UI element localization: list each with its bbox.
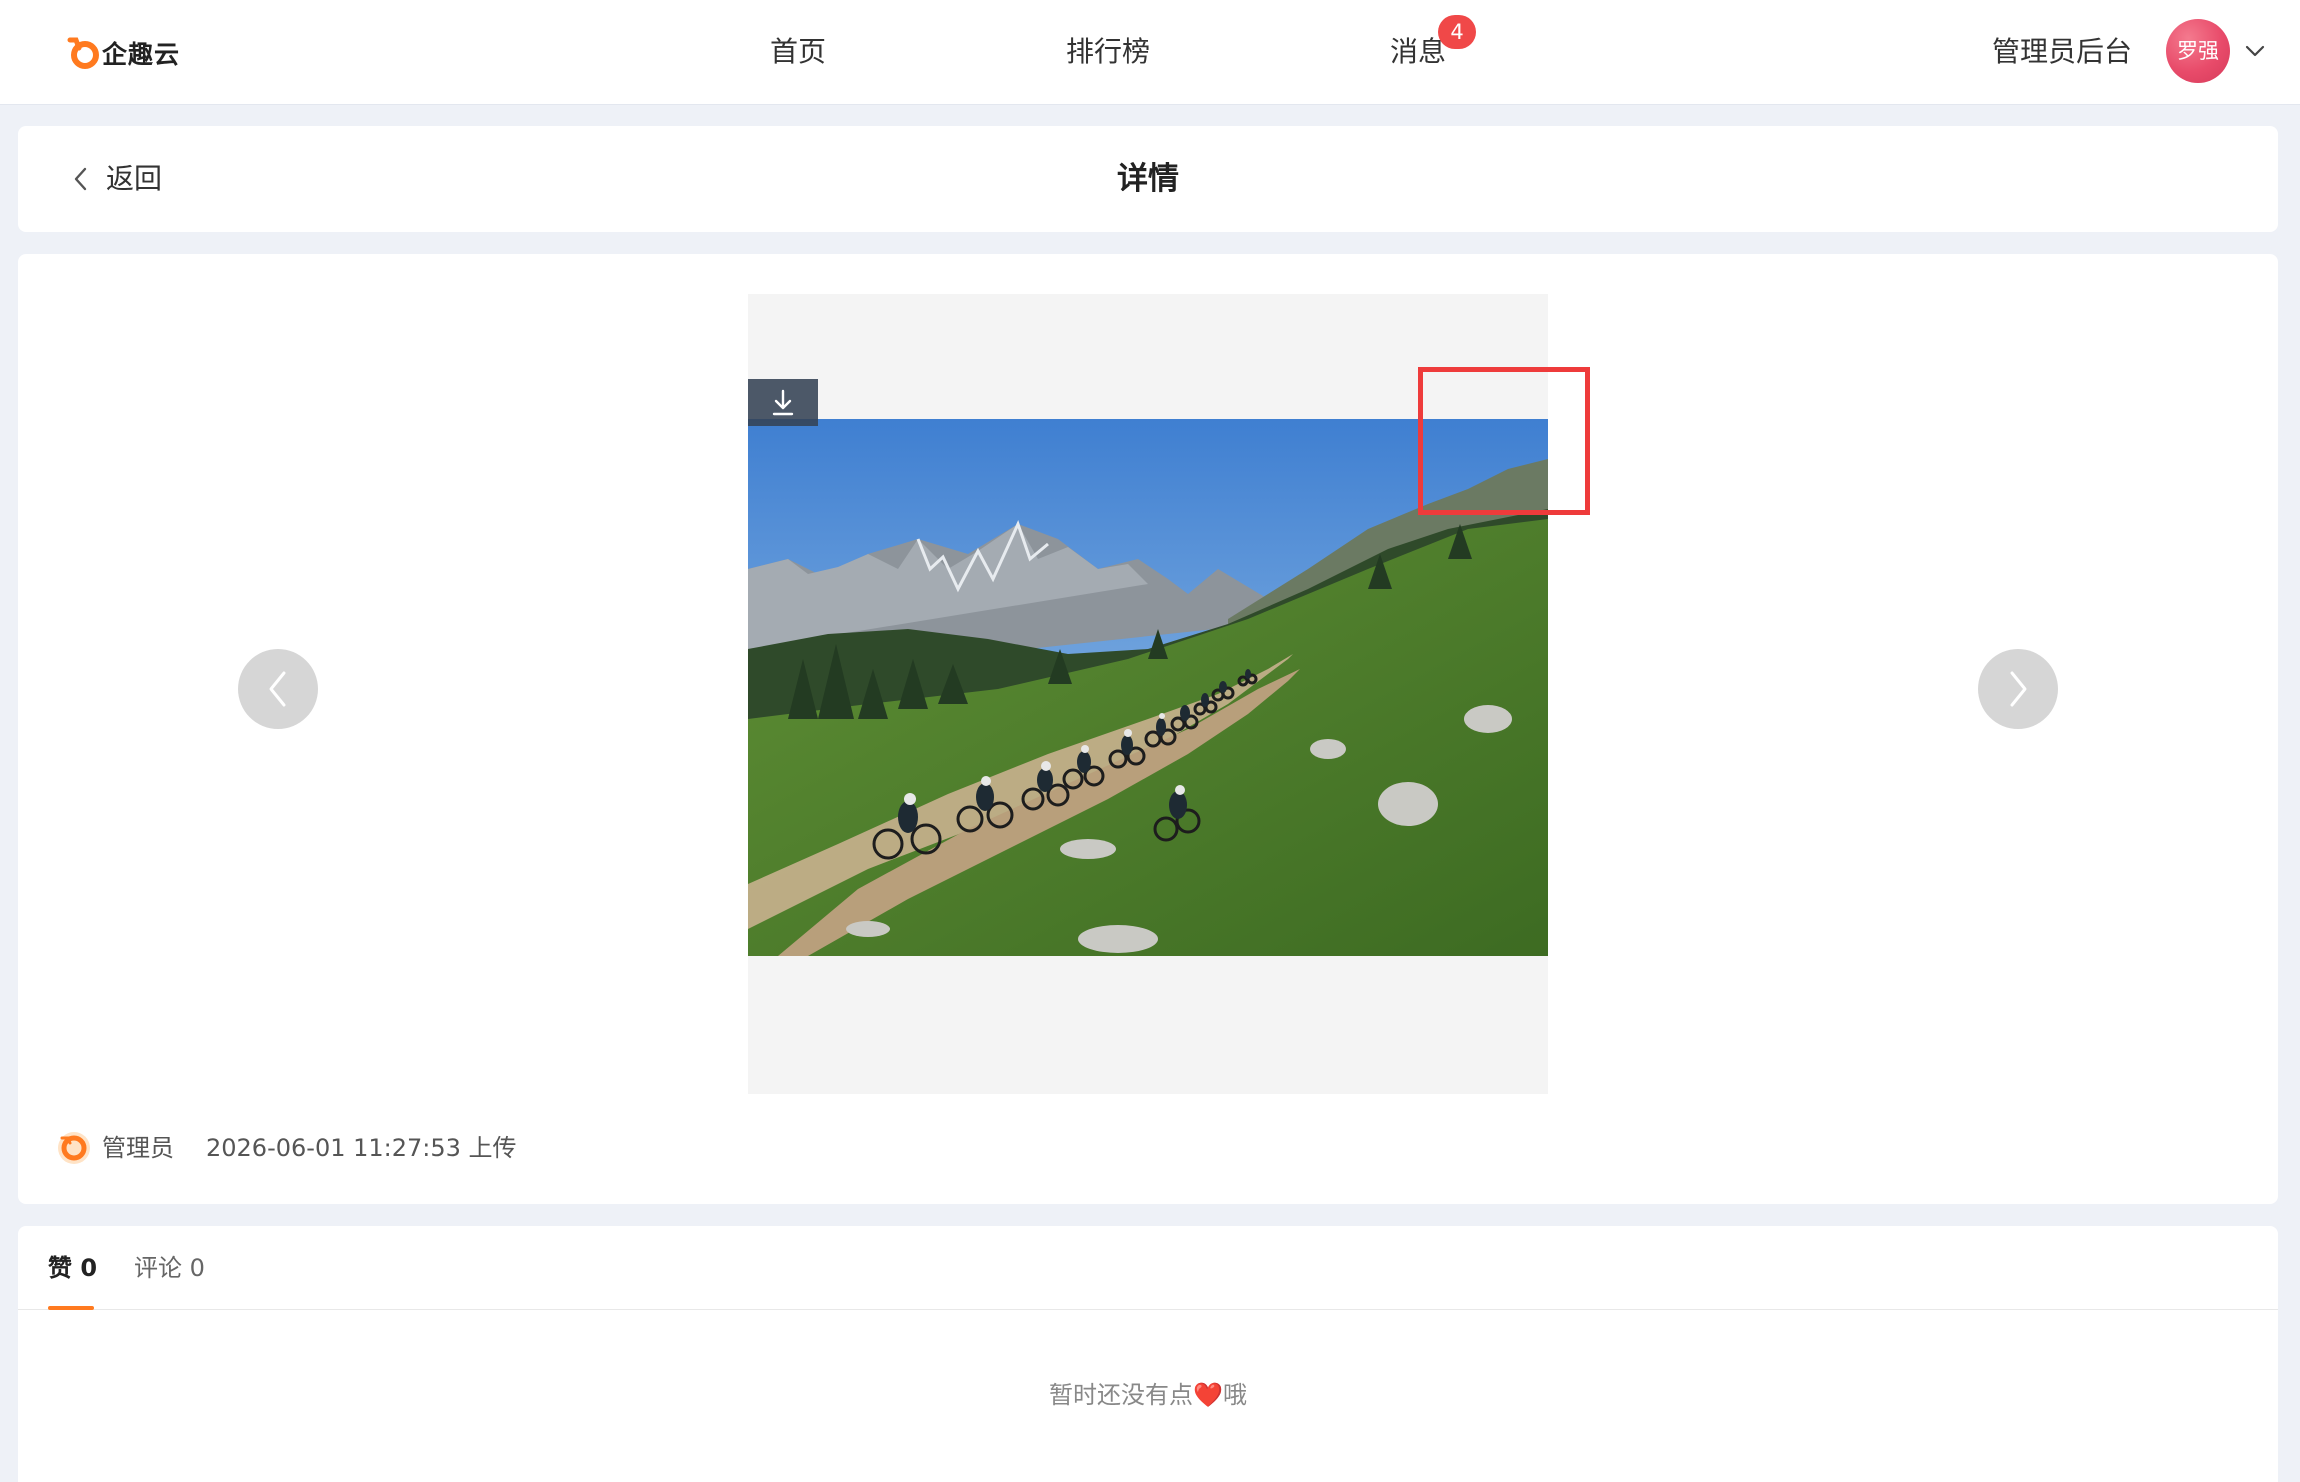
- tabs-bar: 赞 0 评论 0: [18, 1226, 2278, 1310]
- chevron-down-icon[interactable]: [2244, 40, 2266, 62]
- empty-hint-text-before: 暂时还没有点: [1049, 1381, 1194, 1409]
- next-photo-button[interactable]: [1978, 649, 2058, 729]
- tab-comments[interactable]: 评论 0: [134, 1252, 205, 1284]
- admin-console-link[interactable]: 管理员后台: [1992, 30, 2132, 74]
- photo-viewer: 管理员 2026-06-01 11:27:53 上传: [18, 254, 2278, 1204]
- detail-header: 返回 详情: [18, 126, 2278, 232]
- arrow-left-icon: [269, 671, 286, 707]
- nav-item-messages[interactable]: 消息: [1390, 30, 1446, 74]
- uploader-name: 管理员: [102, 1134, 174, 1162]
- logo-icon: [67, 37, 99, 69]
- tab-likes[interactable]: 赞 0: [48, 1252, 97, 1284]
- page-title: 详情: [1117, 161, 1179, 197]
- logo[interactable]: 企趣云: [66, 34, 180, 72]
- nav-item-home[interactable]: 首页: [770, 30, 826, 74]
- upload-time: 2026-06-01 11:27:53 上传: [206, 1134, 517, 1162]
- user-avatar[interactable]: 罗强: [2166, 19, 2230, 83]
- logo-text: 企趣云: [102, 40, 181, 69]
- top-navigation-bar: 企趣云 首页 排行榜 消息 4 管理员后台 罗强: [0, 0, 2300, 105]
- arrow-right-icon: [2010, 671, 2027, 707]
- nav-item-ranking[interactable]: 排行榜: [1066, 30, 1150, 74]
- upload-info: 管理员 2026-06-01 11:27:53 上传: [56, 1130, 517, 1166]
- uploader-icon: [58, 1132, 90, 1164]
- previous-photo-button[interactable]: [238, 649, 318, 729]
- empty-likes-hint: 暂时还没有点❤️哦: [18, 1378, 2278, 1412]
- download-highlight-box: [1418, 367, 1590, 515]
- heart-icon: ❤️: [1193, 1381, 1223, 1409]
- download-icon: [772, 389, 794, 415]
- download-button[interactable]: [748, 379, 818, 426]
- message-count-badge: 4: [1438, 15, 1476, 49]
- interaction-panel: 赞 0 评论 0 暂时还没有点❤️哦: [18, 1226, 2278, 1482]
- active-tab-indicator: [48, 1306, 94, 1310]
- empty-hint-text-after: 哦: [1222, 1381, 1247, 1409]
